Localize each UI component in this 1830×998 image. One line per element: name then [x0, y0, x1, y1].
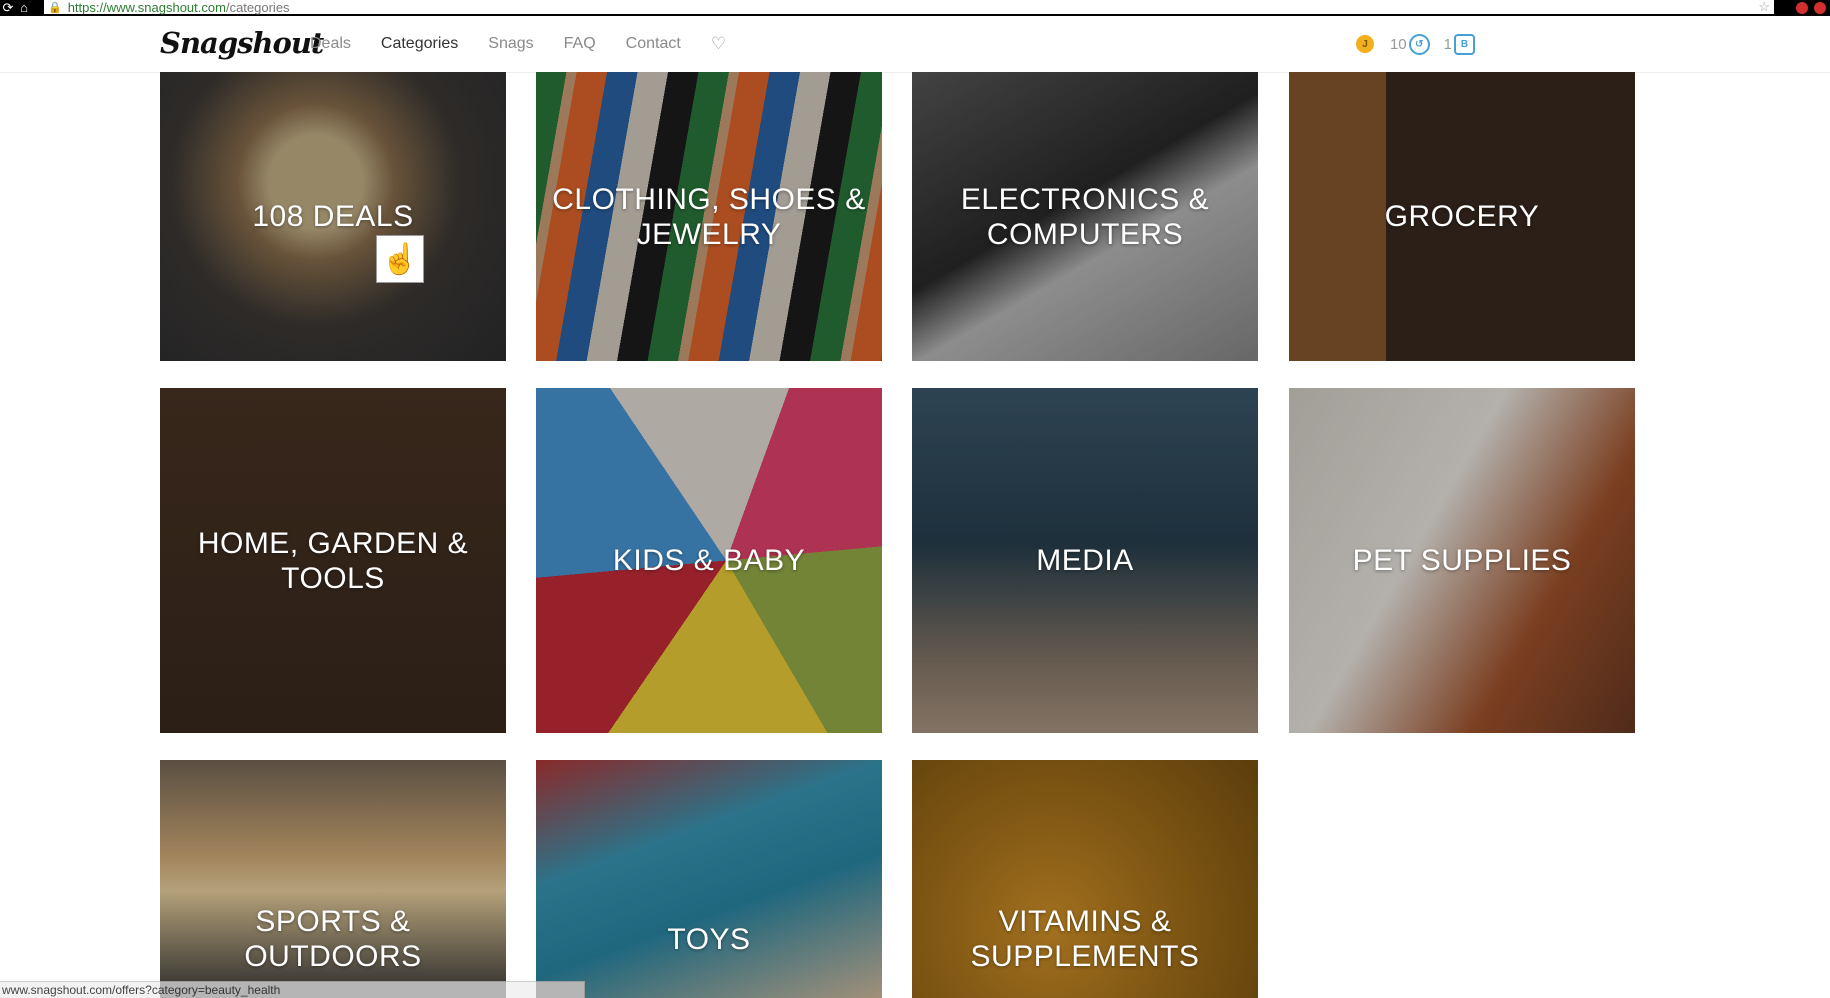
address-bar[interactable]: 🔒 https://www.snagshout.com/categories ☆	[44, 0, 1774, 15]
coin-icon[interactable]: J	[1355, 35, 1374, 53]
nav-categories[interactable]: Categories	[381, 35, 458, 53]
category-tile-media[interactable]: MEDIA	[912, 388, 1258, 733]
category-tile-vitamins[interactable]: VITAMINS & SUPPLEMENTS	[912, 760, 1258, 998]
category-label: MEDIA	[1036, 544, 1134, 577]
category-tile-pet-supplies[interactable]: PET SUPPLIES	[1289, 388, 1635, 733]
bookmark-star-icon[interactable]: ☆	[1758, 0, 1770, 15]
reload-icon[interactable]: ⟳	[0, 0, 16, 16]
category-label: TOYS	[667, 922, 751, 956]
category-tile-toys[interactable]: TOYS	[536, 760, 882, 998]
site-header: Snagshout Deals Categories Snags FAQ Con…	[0, 16, 1830, 73]
category-label: KIDS & BABY	[612, 544, 806, 577]
points-badge-icon[interactable]: ↺	[1408, 33, 1430, 55]
category-tile-grocery[interactable]: GROCERY	[1289, 72, 1635, 361]
category-label: CLOTHING, SHOES & JEWELRY	[552, 182, 866, 251]
user-stats: J 10 ↺ 1 B	[1355, 16, 1475, 72]
lock-icon: 🔒	[48, 1, 62, 14]
home-icon[interactable]: ⌂	[16, 0, 32, 16]
category-label: GROCERY	[1384, 200, 1540, 233]
category-tile-deals[interactable]: 108 DEALS	[160, 72, 506, 361]
browser-toolbar: ⟳ ⌂ 🔒 https://www.snagshout.com/categori…	[0, 0, 1830, 16]
nav-contact[interactable]: Contact	[626, 35, 681, 53]
favorites-heart-icon[interactable]: ♡	[711, 34, 726, 54]
site-logo[interactable]: Snagshout	[160, 26, 324, 60]
category-tile-clothing[interactable]: CLOTHING, SHOES & JEWELRY	[536, 72, 882, 361]
url-path: /categories	[225, 0, 290, 15]
category-label: 108 DEALS	[252, 200, 414, 233]
nav-faq[interactable]: FAQ	[564, 35, 596, 53]
stat-badges: 1	[1443, 35, 1452, 53]
category-tile-electronics[interactable]: ELECTRONICS & COMPUTERS	[912, 72, 1258, 361]
hand-cursor-icon: ☝	[376, 235, 424, 283]
category-label: SPORTS & OUTDOORS	[244, 905, 422, 973]
stat-points: 10	[1389, 35, 1407, 53]
category-tile-sports-outdoors[interactable]: SPORTS & OUTDOORS	[160, 760, 506, 998]
category-label: HOME, GARDEN & TOOLS	[197, 526, 469, 595]
category-label: VITAMINS & SUPPLEMENTS	[970, 905, 1200, 973]
category-label: ELECTRONICS & COMPUTERS	[960, 182, 1210, 251]
url-host: https://www.snagshout.com	[67, 0, 226, 15]
main-nav: Deals Categories Snags FAQ Contact ♡	[310, 16, 726, 72]
nav-snags[interactable]: Snags	[488, 35, 533, 53]
category-label: PET SUPPLIES	[1352, 544, 1572, 577]
badge-hex-icon[interactable]: B	[1454, 33, 1475, 55]
nav-deals[interactable]: Deals	[310, 35, 351, 53]
category-tile-kids-baby[interactable]: KIDS & BABY	[536, 388, 882, 733]
category-tile-home-garden[interactable]: HOME, GARDEN & TOOLS	[160, 388, 506, 733]
extension-icon-2[interactable]	[1814, 2, 1826, 14]
extension-icon[interactable]	[1796, 2, 1808, 14]
